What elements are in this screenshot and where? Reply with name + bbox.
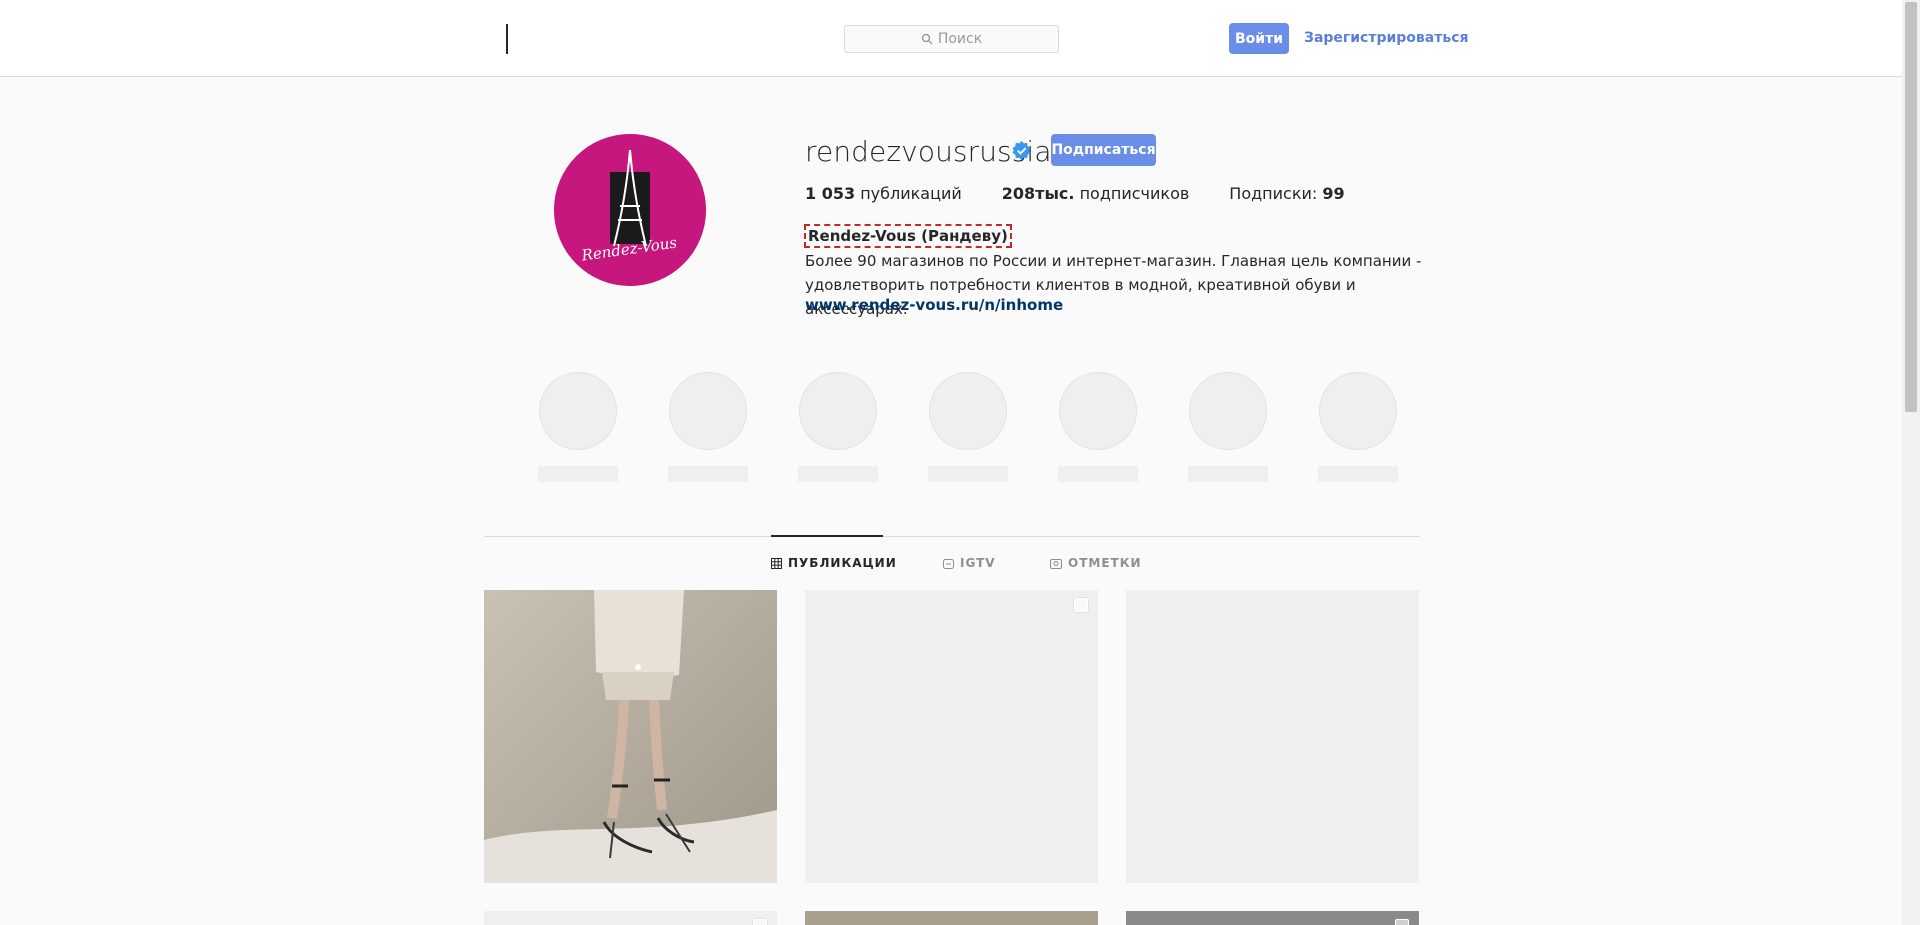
search-placeholder: Поиск [937, 31, 983, 47]
tab-label: IGTV [960, 556, 996, 570]
tab-tagged[interactable]: ОТМЕТКИ [1050, 556, 1142, 570]
search-icon [921, 33, 933, 45]
post-thumbnail[interactable] [1126, 911, 1419, 925]
carousel-icon [753, 919, 767, 925]
igtv-icon [943, 558, 954, 569]
following-stat[interactable]: Подписки: 99 [1229, 184, 1344, 203]
highlight-placeholder [538, 372, 618, 482]
post-image-shoes [484, 590, 777, 883]
verified-badge-icon [1012, 141, 1031, 160]
following-label: Подписки: [1229, 184, 1318, 203]
tab-posts[interactable]: ПУБЛИКАЦИИ [771, 556, 897, 570]
login-button[interactable]: Войти [1229, 23, 1289, 54]
brand-logo: Rendez-Vous [554, 134, 706, 286]
grid-icon [771, 557, 782, 569]
bio-website-link[interactable]: www.rendez-vous.ru/n/inhome [805, 296, 1063, 314]
tagged-photo-icon [1050, 558, 1062, 569]
tab-label: ОТМЕТКИ [1068, 556, 1142, 570]
bio-full-name: Rendez-Vous (Рандеву) [804, 224, 1012, 248]
follow-button[interactable]: Подписаться [1051, 134, 1156, 166]
avatar[interactable]: Rendez-Vous [554, 134, 706, 286]
active-tab-indicator [771, 535, 883, 537]
profile-stats: 1 053 публикаций 208тыс. подписчиков Под… [805, 184, 1385, 203]
tab-label: ПУБЛИКАЦИИ [788, 556, 897, 570]
register-link[interactable]: Зарегистрироваться [1304, 30, 1468, 46]
posts-stat: 1 053 публикаций [805, 184, 962, 203]
highlight-placeholder [1058, 372, 1138, 482]
top-nav-bar: Поиск Войти Зарегистрироваться [0, 0, 1902, 77]
followers-stat[interactable]: 208тыс. подписчиков [1002, 184, 1190, 203]
posts-count: 1 053 [805, 184, 856, 203]
post-thumbnail[interactable] [805, 911, 1098, 925]
highlight-placeholder [1188, 372, 1268, 482]
post-thumbnail[interactable] [1126, 590, 1419, 883]
logo-divider [506, 24, 508, 54]
tab-igtv[interactable]: IGTV [943, 556, 996, 570]
followers-count: 208тыс. [1001, 184, 1075, 203]
post-thumbnail[interactable] [805, 590, 1098, 883]
highlight-placeholder [798, 372, 878, 482]
tabs-divider [484, 536, 1420, 537]
highlight-placeholder [1318, 372, 1398, 482]
scrollbar-thumb[interactable] [1905, 2, 1917, 412]
carousel-icon [1074, 598, 1088, 612]
following-count: 99 [1322, 184, 1345, 203]
highlight-placeholder [928, 372, 1008, 482]
post-thumbnail[interactable] [484, 911, 777, 925]
carousel-icon [1395, 919, 1409, 925]
page-scrollbar[interactable] [1902, 0, 1920, 925]
followers-label: подписчиков [1079, 184, 1190, 203]
search-input[interactable]: Поиск [844, 25, 1059, 53]
posts-label: публикаций [860, 184, 962, 203]
highlight-placeholder [668, 372, 748, 482]
post-thumbnail[interactable] [484, 590, 777, 883]
